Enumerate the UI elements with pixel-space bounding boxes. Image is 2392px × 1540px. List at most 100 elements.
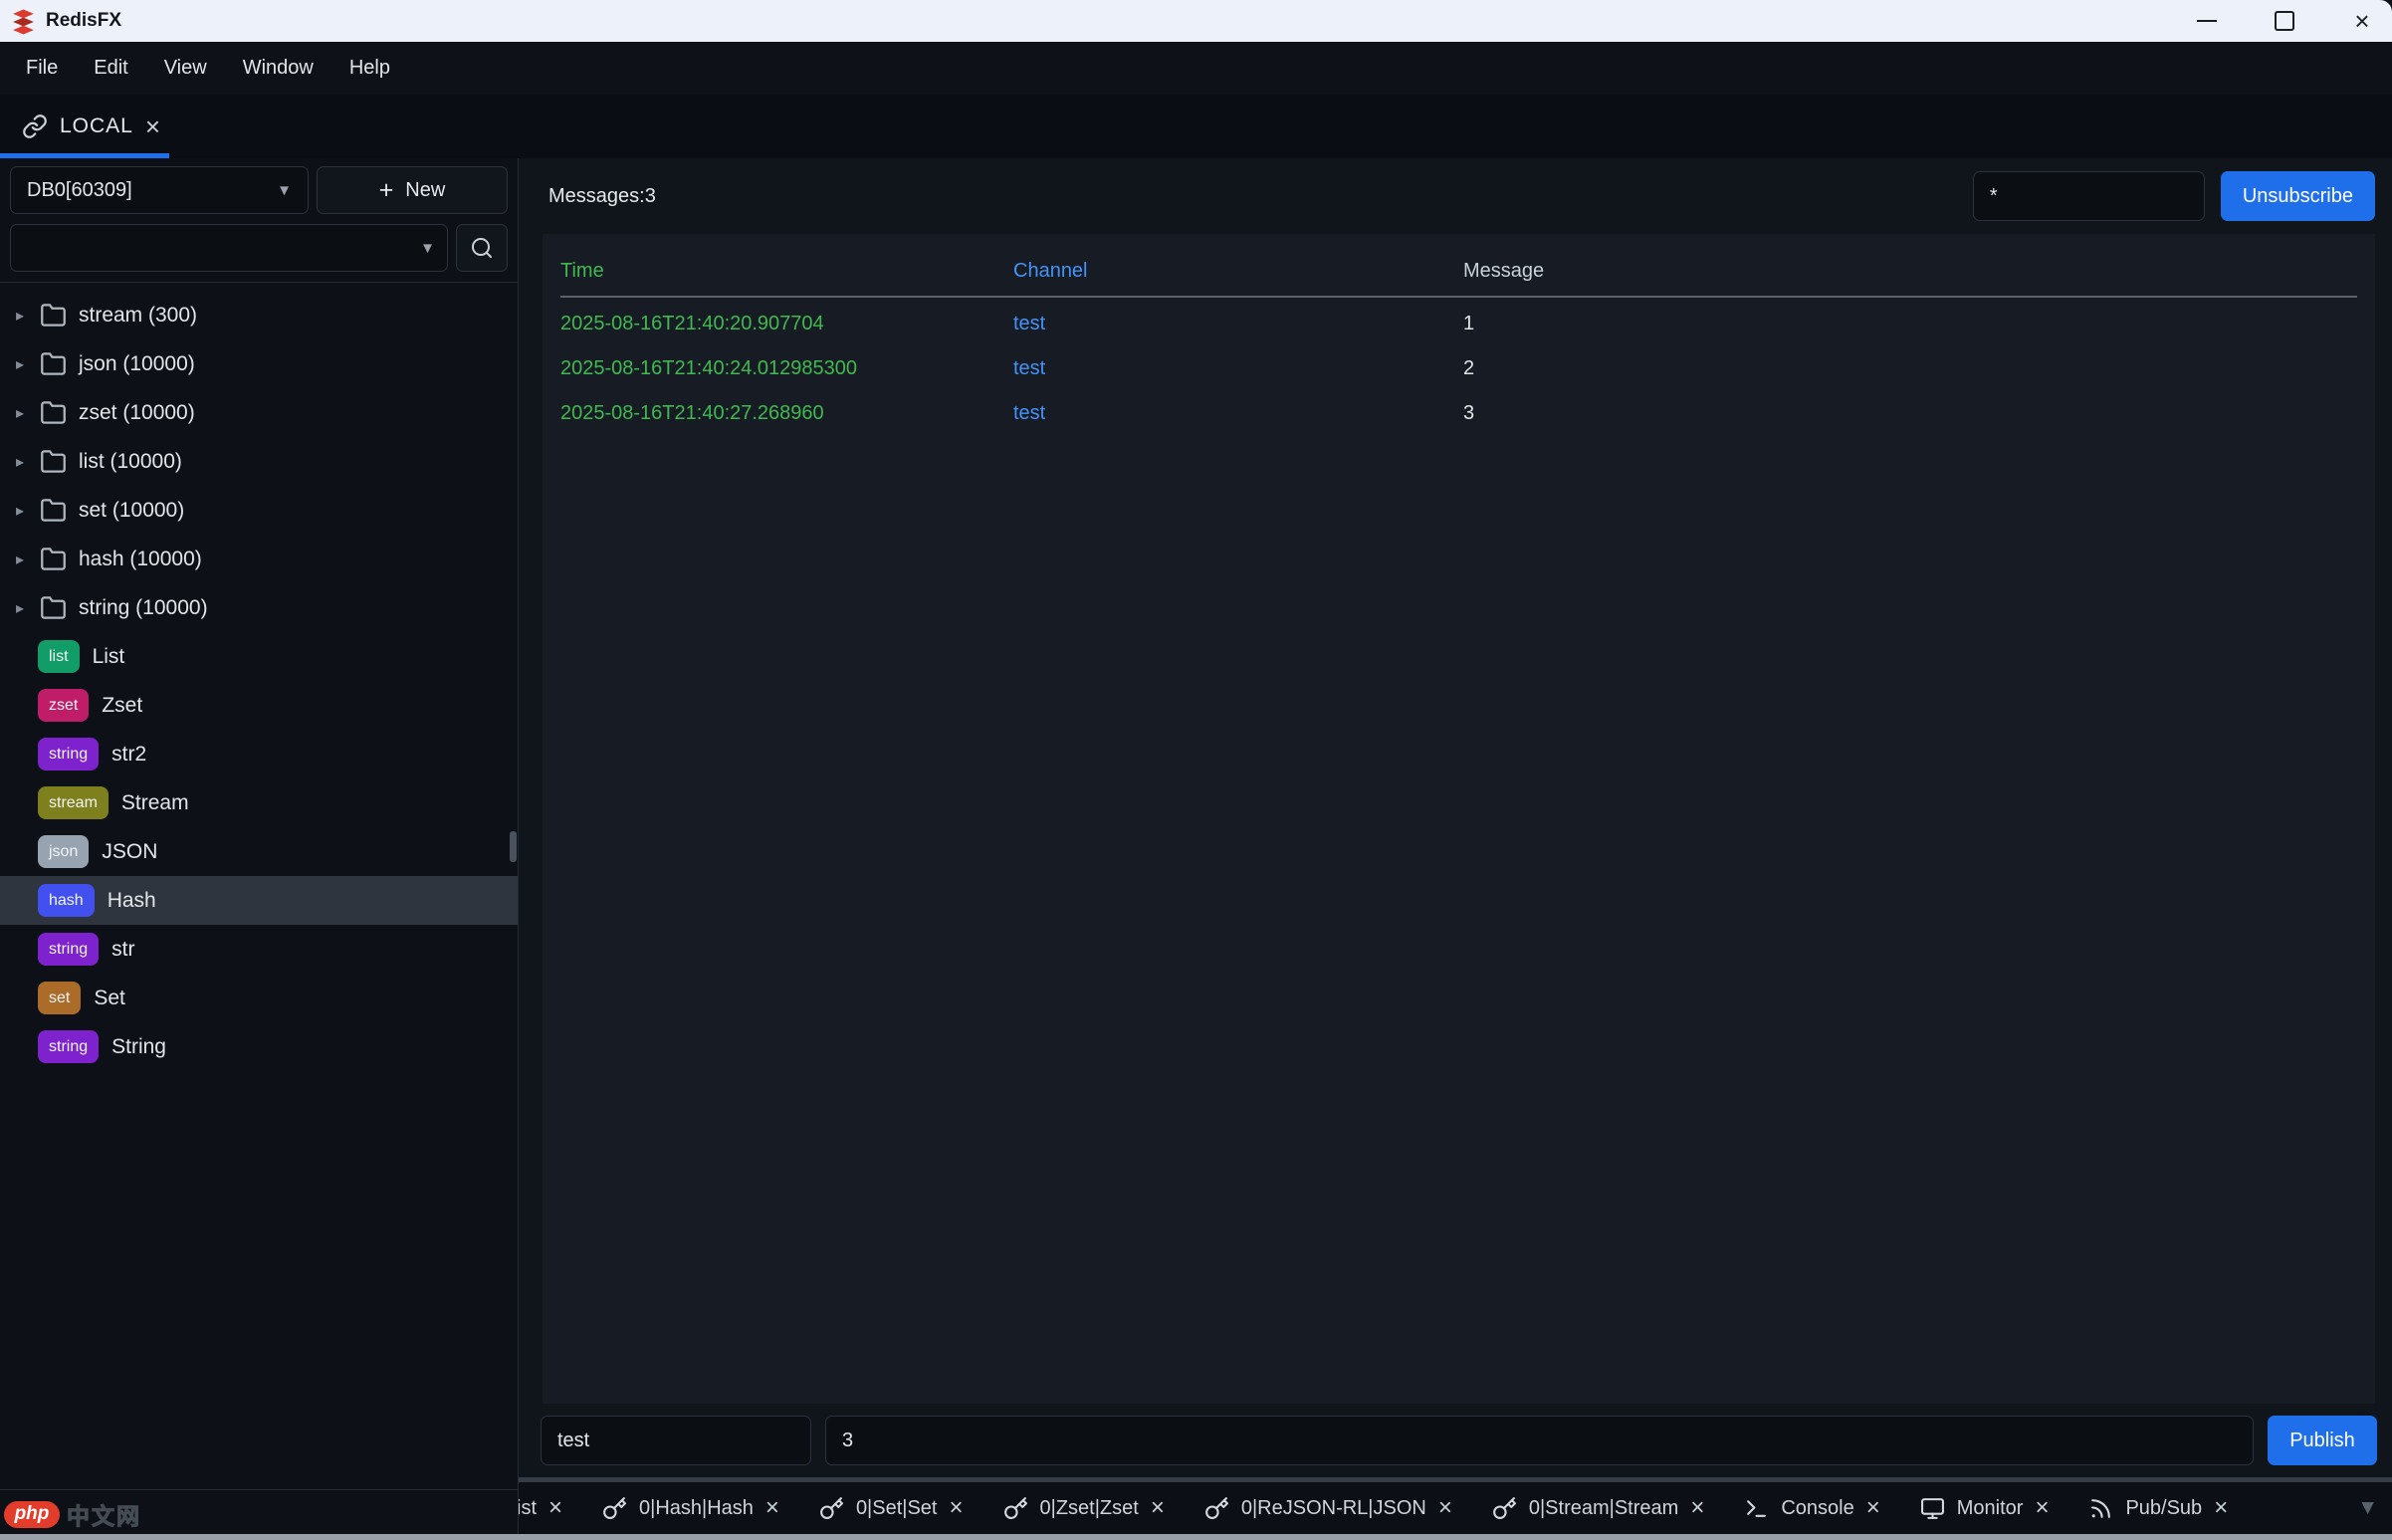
message-value: 2 [1463,357,2357,380]
bottom-tab-monitor[interactable]: Monitor × [1905,1482,2065,1534]
key-item-set[interactable]: set Set [0,974,518,1022]
new-button-label: New [405,179,445,202]
db-selector[interactable]: DB0[60309] ▼ [10,166,309,214]
monitor-icon [1920,1496,1945,1521]
close-icon[interactable]: × [2214,1496,2228,1520]
column-header-message[interactable]: Message [1463,260,2357,283]
close-icon[interactable]: × [765,1496,779,1520]
bottom-tab-0-set-set[interactable]: 0|Set|Set × [804,1482,979,1534]
message-channel: test [1013,402,1463,425]
tab-overflow-chevron-down-icon[interactable]: ▼ [2351,1482,2392,1534]
publish-message-input[interactable] [825,1416,2254,1465]
key-label: String [111,1035,166,1059]
bottom-tab-0-rejson-rl-json[interactable]: 0|ReJSON-RL|JSON × [1190,1482,1467,1534]
chevron-right-icon[interactable]: ▸ [16,550,40,569]
tree-folder-hash[interactable]: ▸ hash (10000) [0,535,518,583]
maximize-icon [2275,11,2294,31]
bottom-tab-0-zset-zset[interactable]: 0|Zset|Zset × [988,1482,1180,1534]
key-type-badge: hash [38,884,95,917]
chevron-down-icon: ▼ [277,182,292,199]
message-row[interactable]: 2025-08-16T21:40:24.012985300 test 2 [560,346,2357,391]
close-icon[interactable]: × [1866,1496,1880,1520]
bottom-tab-bar: ist × 0|Hash|Hash × 0|Set|Set × 0|Zset|Z… [519,1477,2392,1534]
menu-item-window[interactable]: Window [225,57,331,80]
tree-folder-list[interactable]: ▸ list (10000) [0,437,518,486]
close-icon[interactable]: × [1438,1496,1452,1520]
chevron-right-icon[interactable]: ▸ [16,354,40,374]
menu-item-file[interactable]: File [8,57,76,80]
sidebar: DB0[60309] ▼ + New ▼ [0,158,519,1534]
folder-icon [40,399,67,426]
maximize-button[interactable] [2261,2,2308,40]
publish-row: Publish [519,1404,2392,1477]
chevron-down-icon[interactable]: ▼ [420,240,435,257]
publish-button[interactable]: Publish [2268,1416,2377,1465]
tab-label: Monitor [1957,1497,2024,1520]
folder-label: json (10000) [79,352,195,376]
key-label: List [93,645,125,669]
tree-folder-zset[interactable]: ▸ zset (10000) [0,388,518,437]
body: DB0[60309] ▼ + New ▼ [0,158,2392,1534]
bottom-tab-pub-sub[interactable]: Pub/Sub × [2073,1482,2243,1534]
key-item-str2[interactable]: string str2 [0,730,518,778]
minimize-icon [2197,20,2217,22]
folder-label: list (10000) [79,450,182,474]
key-item-hash[interactable]: hash Hash [0,876,518,925]
key-item-string[interactable]: string String [0,1022,518,1071]
menu-item-view[interactable]: View [146,57,225,80]
folder-icon [40,302,67,329]
tree-folder-set[interactable]: ▸ set (10000) [0,486,518,535]
bottom-tab-0-stream-stream[interactable]: 0|Stream|Stream × [1477,1482,1719,1534]
minimize-button[interactable] [2183,2,2231,40]
key-item-str[interactable]: string str [0,925,518,974]
key-item-list[interactable]: list List [0,632,518,681]
close-icon[interactable]: × [548,1496,562,1520]
unsubscribe-button[interactable]: Unsubscribe [2221,171,2375,221]
close-icon[interactable]: × [1151,1496,1165,1520]
sidebar-scrollbar-thumb[interactable] [510,831,517,862]
tree-folder-string[interactable]: ▸ string (10000) [0,583,518,632]
key-item-zset[interactable]: zset Zset [0,681,518,730]
column-header-time[interactable]: Time [560,260,1013,283]
tree-folder-stream[interactable]: ▸ stream (300) [0,291,518,339]
bottom-tab-ist[interactable]: ist × [519,1482,577,1534]
chevron-right-icon[interactable]: ▸ [16,452,40,472]
publish-channel-input[interactable] [541,1416,811,1465]
messages-count-label: Messages:3 [548,185,656,208]
key-item-json[interactable]: json JSON [0,827,518,876]
close-icon[interactable]: × [950,1496,964,1520]
message-row[interactable]: 2025-08-16T21:40:27.268960 test 3 [560,391,2357,436]
key-type-badge: string [38,738,99,770]
chevron-right-icon[interactable]: ▸ [16,306,40,326]
chevron-right-icon[interactable]: ▸ [16,598,40,618]
key-item-stream[interactable]: stream Stream [0,778,518,827]
connection-tab-local[interactable]: LOCAL × [0,95,181,158]
subscribe-channel-input[interactable] [1973,171,2205,221]
chevron-right-icon[interactable]: ▸ [16,403,40,423]
close-icon[interactable]: × [1690,1496,1704,1520]
search-button[interactable] [456,224,508,272]
connection-tab-label: LOCAL [60,114,133,138]
menu-item-edit[interactable]: Edit [76,57,145,80]
new-connection-button[interactable]: + New [317,166,508,214]
key-icon [819,1496,844,1521]
column-header-channel[interactable]: Channel [1013,260,1463,283]
title-bar: RedisFX × [0,0,2392,42]
tab-label: Console [1781,1497,1853,1520]
message-value: 1 [1463,313,2357,335]
search-input[interactable] [23,236,420,261]
message-row[interactable]: 2025-08-16T21:40:20.907704 test 1 [560,302,2357,346]
bottom-tab-0-hash-hash[interactable]: 0|Hash|Hash × [587,1482,794,1534]
connection-tab-bar: LOCAL × [0,95,2392,158]
rss-icon [2088,1496,2113,1521]
key-icon [602,1496,627,1521]
menu-item-help[interactable]: Help [331,57,408,80]
close-icon[interactable]: × [2035,1496,2049,1520]
folder-icon [40,448,67,475]
bottom-tab-console[interactable]: Console × [1729,1482,1894,1534]
close-button[interactable]: × [2338,2,2386,40]
key-label: Stream [121,791,189,815]
close-icon[interactable]: × [145,113,161,139]
chevron-right-icon[interactable]: ▸ [16,501,40,521]
tree-folder-json[interactable]: ▸ json (10000) [0,339,518,388]
